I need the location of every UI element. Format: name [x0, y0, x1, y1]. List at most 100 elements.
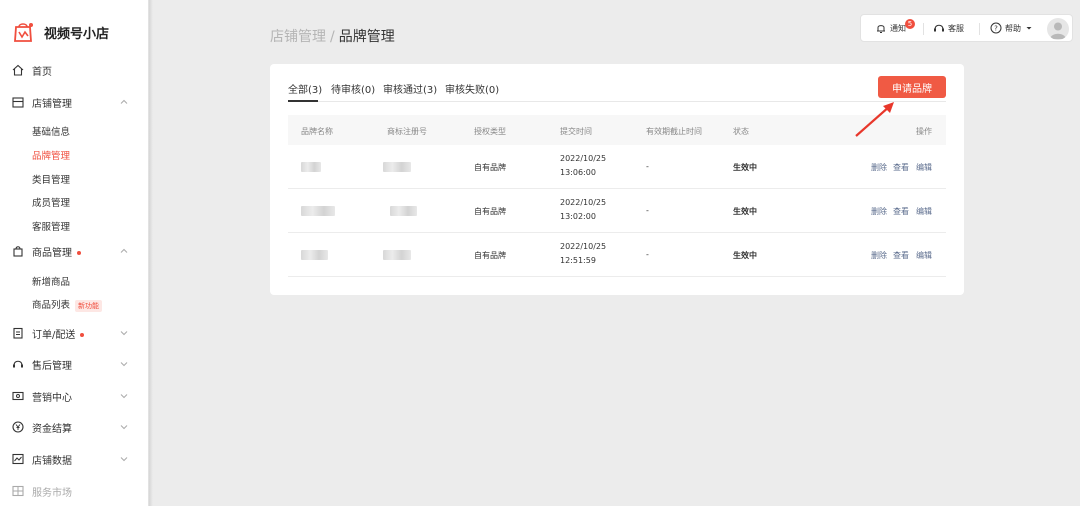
bell-icon [877, 25, 885, 33]
table-row: 自有品牌 2022/10/25 12:51:59 - 生效中 删除 查看 编辑 [288, 233, 946, 277]
edit-link[interactable]: 编辑 [916, 206, 932, 217]
breadcrumb: 店铺管理 / 品牌管理 [270, 26, 395, 46]
redacted-brand-name [301, 206, 335, 216]
yen-coin-icon [12, 421, 24, 433]
chevron-down-icon[interactable] [119, 391, 129, 401]
headset-icon [934, 24, 944, 32]
tab-pending[interactable]: 待审核(0) [331, 81, 375, 96]
tabs-divider [288, 101, 946, 102]
caret-down-icon [1026, 27, 1032, 30]
nav-home[interactable]: 首页 [0, 59, 149, 81]
svg-text:?: ? [994, 25, 998, 33]
help-label: 帮助 [1005, 23, 1021, 33]
nav-store-management-label: 店铺管理 [32, 98, 72, 110]
avatar[interactable] [1047, 18, 1069, 40]
breadcrumb-parent[interactable]: 店铺管理 [270, 29, 326, 45]
tab-rejected[interactable]: 审核失败(0) [445, 81, 499, 96]
nav-store-management[interactable]: 店铺管理 [0, 91, 149, 113]
annotation-arrow-icon [855, 102, 894, 137]
nav-product-management[interactable]: 商品管理 [0, 240, 149, 262]
brand-list-card: 全部(3) 待审核(0) 审核通过(3) 审核失败(0) 申请品牌 品牌名称 商… [270, 64, 964, 295]
nav-after-sales[interactable]: 售后管理 [0, 353, 149, 375]
nav-service-market[interactable]: 服务市场 [0, 480, 149, 502]
chevron-down-icon[interactable] [119, 454, 129, 464]
notification-count-badge: 5 [905, 19, 915, 29]
submit-time-cell: 13:06:00 [560, 168, 596, 177]
nav-marketing[interactable]: 营销中心 [0, 385, 149, 407]
nav-product-management-label: 商品管理 [32, 244, 81, 259]
notifications-label: 通知 [890, 23, 906, 33]
nav-store-data[interactable]: 店铺数据 [0, 448, 149, 470]
status-cell: 生效中 [733, 207, 757, 216]
column-header-brand-name: 品牌名称 [301, 127, 333, 136]
tab-all[interactable]: 全部(3) [288, 81, 322, 96]
customer-service-button[interactable]: 客服 [933, 22, 964, 34]
column-header-actions: 操作 [916, 127, 932, 136]
sidebar-item-customer-service-management[interactable]: 客服管理 [32, 219, 70, 233]
expiry-cell: - [646, 206, 649, 215]
nav-settlement-label: 资金结算 [32, 423, 72, 435]
auth-type-cell: 自有品牌 [474, 163, 506, 172]
store-icon [12, 96, 24, 108]
view-link[interactable]: 查看 [893, 162, 909, 173]
apply-brand-button[interactable]: 申请品牌 [878, 76, 946, 98]
help-menu-button[interactable]: ? 帮助 [990, 22, 1033, 34]
sidebar-divider [149, 0, 153, 506]
sidebar-item-add-product[interactable]: 新增商品 [32, 274, 70, 288]
nav-settlement[interactable]: 资金结算 [0, 416, 149, 438]
redacted-brand-name [301, 162, 321, 172]
expiry-cell: - [646, 162, 649, 171]
ticket-icon [12, 390, 24, 402]
column-header-status: 状态 [733, 127, 749, 136]
nav-orders-label: 订单/配送 [32, 326, 85, 341]
shopping-bag-icon [12, 245, 24, 257]
status-cell: 生效中 [733, 163, 757, 172]
chevron-down-icon[interactable] [119, 328, 129, 338]
view-link[interactable]: 查看 [893, 250, 909, 261]
shop-bag-logo-icon [14, 21, 34, 43]
column-header-auth-type: 授权类型 [474, 127, 506, 136]
edit-link[interactable]: 编辑 [916, 162, 932, 173]
new-feature-badge: 新功能 [75, 299, 103, 312]
delete-link[interactable]: 删除 [871, 162, 887, 173]
sidebar-item-product-list[interactable]: 商品列表 新功能 [32, 297, 103, 312]
nav-orders[interactable]: 订单/配送 [0, 322, 149, 344]
chevron-up-icon[interactable] [119, 246, 129, 256]
redacted-trademark-no [390, 206, 417, 216]
grid-icon [12, 485, 24, 497]
edit-link[interactable]: 编辑 [916, 250, 932, 261]
redacted-trademark-no [383, 162, 411, 172]
column-header-trademark-no: 商标注册号 [387, 127, 427, 136]
page-title: 品牌管理 [338, 29, 395, 45]
nav-after-sales-label: 售后管理 [32, 360, 72, 372]
divider [923, 23, 924, 35]
view-link[interactable]: 查看 [893, 206, 909, 217]
table-header: 品牌名称 商标注册号 授权类型 提交时间 有效期截止时间 状态 操作 [288, 115, 946, 145]
delete-link[interactable]: 删除 [871, 250, 887, 261]
chevron-down-icon[interactable] [119, 422, 129, 432]
redacted-trademark-no [383, 250, 411, 260]
nav-service-market-label: 服务市场 [32, 487, 72, 499]
submit-date-cell: 2022/10/25 [560, 154, 607, 163]
sidebar-item-basic-info[interactable]: 基础信息 [32, 124, 70, 138]
user-icon [1050, 22, 1066, 39]
home-icon [12, 64, 24, 76]
table-row: 自有品牌 2022/10/25 13:06:00 - 生效中 删除 查看 编辑 [288, 145, 946, 189]
notifications-button[interactable]: 通知 [875, 22, 906, 34]
nav-store-data-label: 店铺数据 [32, 455, 72, 467]
column-header-expiry: 有效期截止时间 [646, 127, 702, 136]
delete-link[interactable]: 删除 [871, 206, 887, 217]
brand[interactable]: 视频号小店 [14, 20, 109, 44]
chevron-down-icon[interactable] [119, 359, 129, 369]
sidebar-item-category-management[interactable]: 类目管理 [32, 172, 70, 186]
active-tab-indicator [288, 100, 318, 102]
sidebar: 视频号小店 首页 店铺管理 基础信息 品牌管理 类目管理 成员管理 客服管理 商… [0, 0, 149, 506]
sidebar-item-brand-management[interactable]: 品牌管理 [32, 148, 70, 162]
submit-date-cell: 2022/10/25 [560, 198, 607, 207]
help-circle-icon: ? [990, 22, 1002, 34]
tab-approved[interactable]: 审核通过(3) [383, 81, 437, 96]
sidebar-item-member-management[interactable]: 成员管理 [32, 195, 70, 209]
red-dot-indicator [77, 250, 81, 255]
chevron-up-icon[interactable] [119, 97, 129, 107]
top-toolbar: 通知 5 客服 ? 帮助 [860, 14, 1073, 42]
